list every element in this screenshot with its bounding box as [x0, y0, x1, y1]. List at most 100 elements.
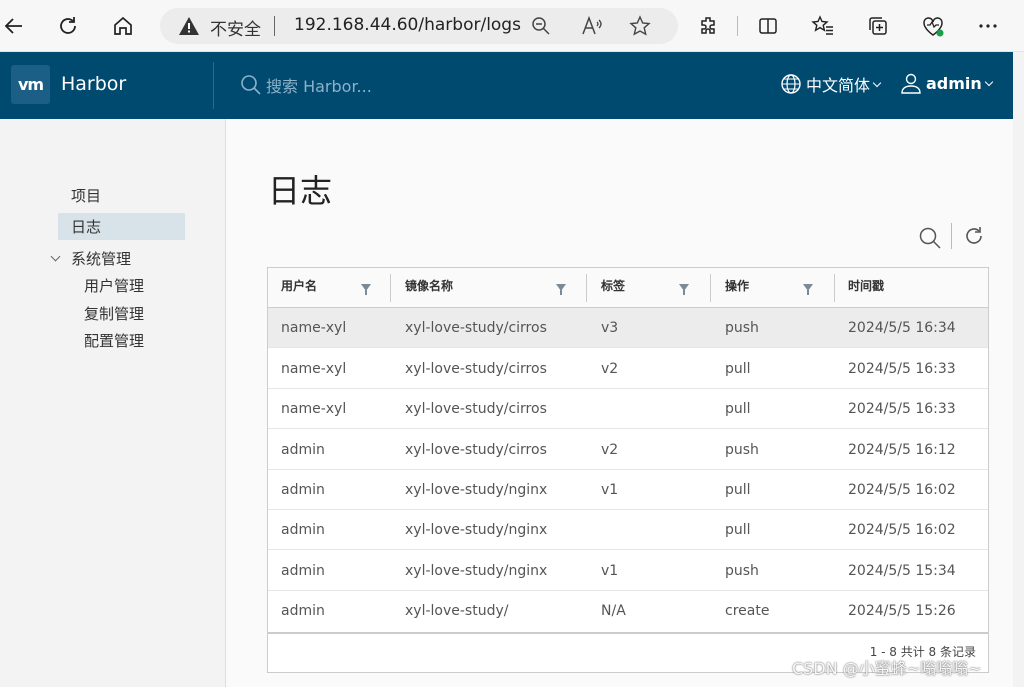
column-header-repository[interactable]: 镜像名称	[405, 268, 453, 308]
logs-table: 用户名 镜像名称 标签 操作 时间戳 name-xyl xyl-love-stu…	[267, 267, 989, 673]
read-aloud-icon[interactable]	[580, 14, 604, 38]
column-separator[interactable]	[710, 274, 711, 302]
cell-repository: xyl-love-study/cirros	[405, 442, 547, 458]
language-selector[interactable]: 中文简体	[780, 72, 882, 96]
table-header: 用户名 镜像名称 标签 操作 时间戳	[268, 268, 988, 308]
refresh-icon[interactable]	[963, 225, 985, 251]
cell-operation: pull	[725, 401, 751, 417]
browser-essentials-icon[interactable]	[919, 12, 947, 40]
filter-icon[interactable]	[679, 284, 689, 295]
column-header-timestamp[interactable]: 时间戳	[848, 268, 884, 308]
table-row[interactable]: name-xyl xyl-love-study/cirros pull 2024…	[268, 389, 988, 429]
refresh-icon[interactable]	[54, 12, 82, 40]
zoom-out-icon[interactable]	[529, 14, 553, 38]
column-separator[interactable]	[586, 274, 587, 302]
cell-tag: v2	[601, 442, 619, 458]
table-row[interactable]: admin xyl-love-study/nginx v1 push 2024/…	[268, 551, 988, 591]
column-separator[interactable]	[390, 274, 391, 302]
cell-operation: pull	[725, 482, 751, 498]
cell-repository: xyl-love-study/	[405, 603, 509, 619]
more-menu-icon[interactable]	[974, 12, 1002, 40]
cell-repository: xyl-love-study/cirros	[405, 401, 547, 417]
cell-timestamp: 2024/5/5 16:02	[848, 522, 956, 538]
column-header-operation[interactable]: 操作	[725, 268, 749, 308]
cell-username: admin	[281, 442, 325, 458]
cell-username: admin	[281, 522, 325, 538]
cell-tag: v3	[601, 320, 619, 336]
username-label: admin	[926, 73, 982, 93]
sidebar-item-users[interactable]: 用户管理	[84, 275, 144, 296]
page-title: 日志	[268, 172, 333, 210]
user-menu[interactable]: admin	[900, 72, 994, 94]
sidebar-item-configuration[interactable]: 配置管理	[84, 330, 144, 351]
global-search-input[interactable]: 搜索 Harbor...	[266, 73, 372, 97]
security-label[interactable]: 不安全	[210, 15, 261, 40]
back-icon[interactable]	[0, 12, 28, 40]
app-header: vm Harbor 搜索 Harbor... 中文简体 admin	[0, 52, 1013, 119]
collections-icon[interactable]	[864, 12, 892, 40]
search-icon	[240, 74, 262, 100]
user-icon	[900, 72, 922, 94]
cell-timestamp: 2024/5/5 16:33	[848, 361, 956, 377]
cell-timestamp: 2024/5/5 15:26	[848, 603, 956, 619]
sidebar-item-projects[interactable]: 项目	[71, 185, 101, 206]
table-row[interactable]: name-xyl xyl-love-study/cirros v2 pull 2…	[268, 349, 988, 389]
cell-username: name-xyl	[281, 361, 347, 377]
search-icon[interactable]	[918, 226, 942, 254]
cell-tag: v1	[601, 482, 619, 498]
toolbar-divider	[951, 223, 952, 249]
column-header-tag[interactable]: 标签	[601, 268, 625, 308]
cell-repository: xyl-love-study/nginx	[405, 482, 548, 498]
cell-username: admin	[281, 482, 325, 498]
cell-timestamp: 2024/5/5 16:33	[848, 401, 956, 417]
column-separator[interactable]	[834, 274, 835, 302]
cell-timestamp: 2024/5/5 16:34	[848, 320, 956, 336]
app-name[interactable]: Harbor	[61, 73, 126, 95]
column-header-username[interactable]: 用户名	[281, 268, 317, 308]
cell-timestamp: 2024/5/5 15:34	[848, 563, 956, 579]
sidebar-item-logs[interactable]: 日志	[71, 216, 101, 237]
split-screen-icon[interactable]	[754, 12, 782, 40]
table-row[interactable]: admin xyl-love-study/cirros v2 push 2024…	[268, 430, 988, 470]
address-bar[interactable]: 不安全 192.168.44.60/harbor/logs	[160, 8, 678, 44]
extensions-icon[interactable]	[694, 12, 722, 40]
home-icon[interactable]	[109, 12, 137, 40]
table-row[interactable]: name-xyl xyl-love-study/cirros v3 push 2…	[268, 308, 988, 348]
sidebar-item-administration[interactable]: 系统管理	[71, 248, 131, 269]
vmware-logo[interactable]: vm	[11, 65, 50, 104]
sidebar-item-replications[interactable]: 复制管理	[84, 303, 144, 324]
cell-operation: push	[725, 563, 759, 579]
cell-username: name-xyl	[281, 401, 347, 417]
browser-toolbar: 不安全 192.168.44.60/harbor/logs	[0, 0, 1024, 52]
filter-icon[interactable]	[361, 284, 371, 295]
cell-timestamp: 2024/5/5 16:02	[848, 482, 956, 498]
chevron-down-icon[interactable]	[50, 251, 61, 262]
cell-timestamp: 2024/5/5 16:12	[848, 442, 956, 458]
url-text[interactable]: 192.168.44.60/harbor/logs	[294, 15, 521, 35]
watermark: CSDN @小蜜蜂~嗡嗡嗡~	[792, 659, 982, 678]
filter-icon[interactable]	[803, 284, 813, 295]
cell-repository: xyl-love-study/nginx	[405, 563, 548, 579]
filter-icon[interactable]	[556, 284, 566, 295]
cell-username: name-xyl	[281, 320, 347, 336]
table-row[interactable]: admin xyl-love-study/nginx pull 2024/5/5…	[268, 510, 988, 550]
language-label: 中文简体	[806, 76, 871, 95]
cell-operation: pull	[725, 522, 751, 538]
globe-icon	[780, 73, 802, 95]
cell-tag: v2	[601, 361, 619, 377]
cell-operation: push	[725, 320, 759, 336]
chevron-down-icon	[984, 77, 994, 87]
favorites-list-icon[interactable]	[809, 12, 837, 40]
cell-repository: xyl-love-study/cirros	[405, 361, 547, 377]
cell-repository: xyl-love-study/nginx	[405, 522, 548, 538]
cell-tag: N/A	[601, 603, 626, 619]
favorite-star-icon[interactable]	[628, 14, 652, 38]
header-divider	[213, 62, 214, 109]
chevron-down-icon	[872, 78, 882, 88]
cell-repository: xyl-love-study/cirros	[405, 320, 547, 336]
cell-operation: create	[725, 603, 770, 619]
cell-operation: push	[725, 442, 759, 458]
scrollbar[interactable]	[1013, 52, 1024, 687]
table-row[interactable]: admin xyl-love-study/nginx v1 pull 2024/…	[268, 470, 988, 510]
table-row[interactable]: admin xyl-love-study/ N/A create 2024/5/…	[268, 591, 988, 631]
